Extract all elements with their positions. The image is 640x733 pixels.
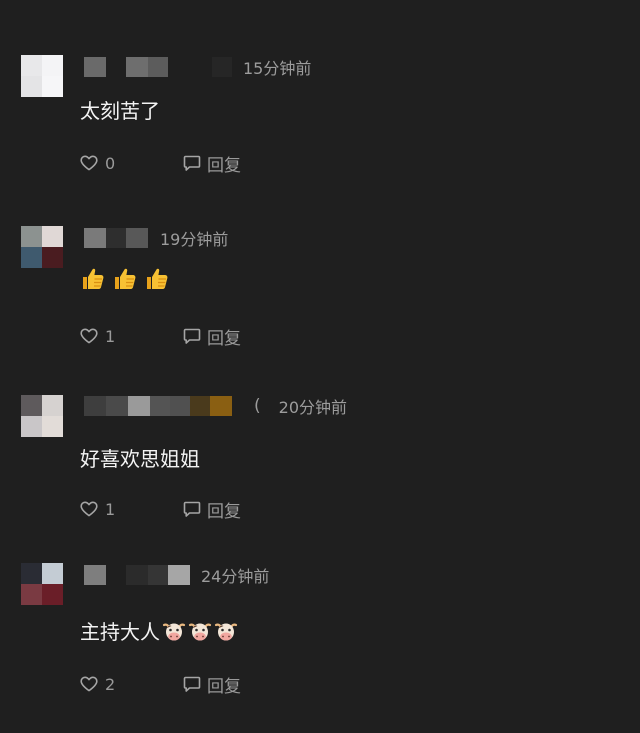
reply-button[interactable]: 回复	[183, 324, 241, 349]
like-button[interactable]: 1	[80, 327, 183, 346]
like-count: 1	[105, 326, 116, 346]
reply-label: 回复	[207, 676, 241, 697]
reply-label: 回复	[207, 155, 241, 176]
comment-text: 太刻苦了	[80, 99, 160, 123]
reply-label: 回复	[207, 501, 241, 522]
comment-time: 19分钟前	[160, 230, 229, 249]
speech-bubble-icon	[183, 501, 201, 518]
comment-text	[80, 266, 176, 292]
cow-face-emoji	[214, 619, 238, 643]
like-button[interactable]: 1	[80, 500, 183, 519]
reply-button[interactable]: 回复	[183, 151, 241, 176]
username-blurred[interactable]	[84, 228, 160, 248]
comment-time: 20分钟前	[278, 398, 348, 417]
cow-face-emoji	[162, 619, 186, 643]
heart-icon	[80, 501, 98, 517]
truncated-name-paren: (	[254, 396, 261, 416]
like-count: 1	[105, 499, 116, 519]
heart-icon	[80, 328, 98, 344]
speech-bubble-icon	[183, 676, 201, 693]
like-count: 2	[105, 674, 116, 694]
avatar[interactable]	[21, 563, 63, 605]
like-button[interactable]: 2	[80, 675, 183, 694]
username-blurred[interactable]	[84, 396, 254, 416]
comment-text: 主持大人	[80, 616, 238, 645]
speech-bubble-icon	[183, 155, 201, 172]
comment-time: 24分钟前	[201, 567, 270, 586]
thumbs-up-emoji	[144, 266, 170, 292]
like-button[interactable]: 0	[80, 154, 183, 173]
speech-bubble-icon	[183, 328, 201, 345]
avatar[interactable]	[21, 55, 63, 97]
cow-face-emoji	[188, 619, 212, 643]
avatar[interactable]	[21, 226, 63, 268]
username-blurred[interactable]	[84, 565, 201, 585]
heart-icon	[80, 155, 98, 171]
reply-button[interactable]: 回复	[183, 497, 241, 522]
comment-time: 15分钟前	[243, 59, 312, 78]
username-blurred[interactable]	[84, 57, 243, 77]
thumbs-up-emoji	[112, 266, 138, 292]
reply-label: 回复	[207, 328, 241, 349]
reply-button[interactable]: 回复	[183, 672, 241, 697]
comment-text-body: 主持大人	[80, 620, 160, 644]
avatar[interactable]	[21, 395, 63, 437]
heart-icon	[80, 676, 98, 692]
like-count: 0	[105, 153, 116, 173]
comment-text: 好喜欢思姐姐	[80, 447, 200, 471]
thumbs-up-emoji	[80, 266, 106, 292]
